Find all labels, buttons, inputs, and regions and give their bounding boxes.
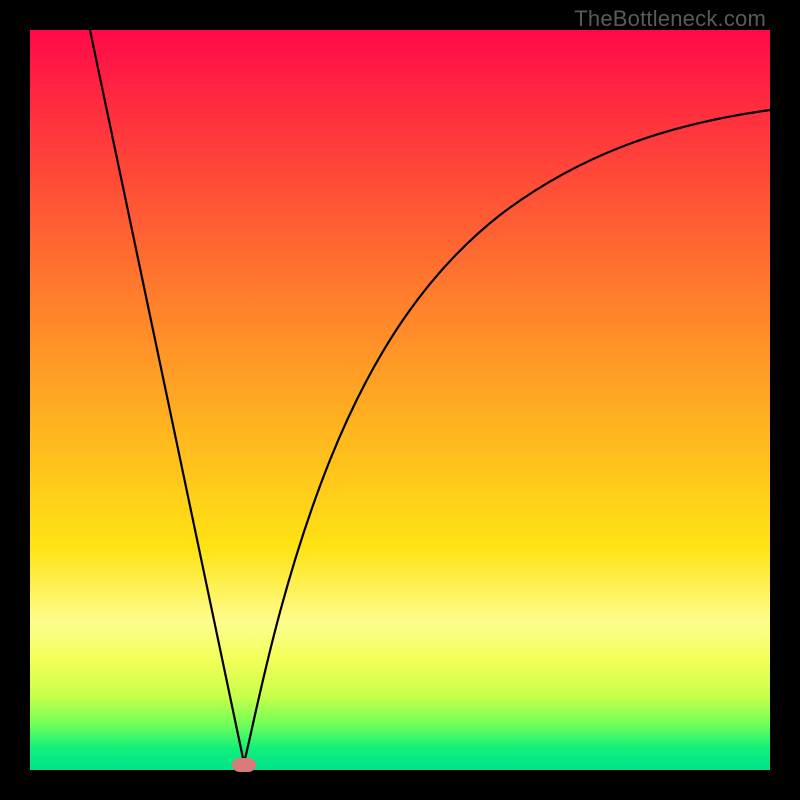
watermark-text: TheBottleneck.com <box>574 6 766 32</box>
chart-frame: TheBottleneck.com <box>0 0 800 800</box>
curve-left-branch <box>90 30 244 763</box>
minimum-marker <box>232 758 256 772</box>
plot-area <box>30 30 770 770</box>
curve-right-branch <box>244 110 770 763</box>
bottleneck-curve <box>30 30 770 770</box>
